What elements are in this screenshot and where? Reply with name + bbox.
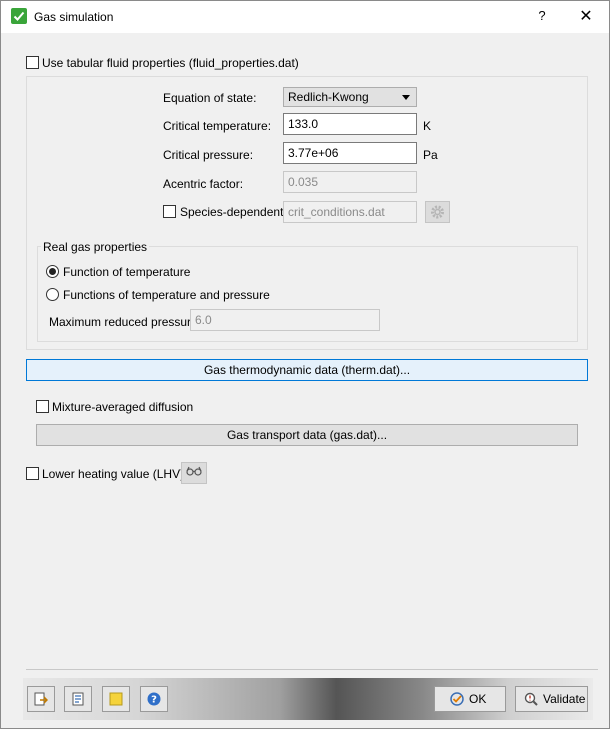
close-button[interactable]: ✕ — [573, 6, 599, 28]
ok-check-icon — [450, 692, 464, 706]
gas-simulation-dialog: Gas simulation ? ✕ Use tabular fluid pro… — [0, 0, 610, 729]
glasses-icon — [186, 466, 202, 476]
help-button[interactable]: ? — [534, 8, 550, 26]
footer-separator — [26, 669, 598, 670]
critical-temperature-input[interactable]: 133.0 — [283, 113, 417, 135]
lhv-view-button[interactable] — [181, 462, 207, 484]
species-dependent-label: Species-dependent — [180, 205, 284, 219]
critical-temperature-label: Critical temperature: — [163, 119, 272, 133]
export-button[interactable] — [27, 686, 55, 712]
crit-conditions-file-input[interactable]: crit_conditions.dat — [283, 201, 417, 223]
svg-text:?: ? — [151, 695, 157, 706]
chevron-down-icon — [402, 95, 410, 100]
import-button[interactable] — [64, 686, 92, 712]
species-dependent-checkbox[interactable] — [163, 205, 176, 218]
mixture-averaged-checkbox[interactable] — [36, 400, 49, 413]
validate-label: Validate — [543, 692, 586, 706]
window-title: Gas simulation — [34, 10, 114, 24]
lhv-label: Lower heating value (LHV) — [42, 467, 185, 481]
acentric-factor-label: Acentric factor: — [163, 177, 244, 191]
tabular-properties-label: Use tabular fluid properties (fluid_prop… — [42, 56, 299, 70]
critical-pressure-unit: Pa — [423, 148, 438, 162]
function-of-temperature-radio[interactable] — [46, 265, 59, 278]
check-app-icon — [11, 8, 27, 24]
import-icon — [72, 692, 84, 706]
validate-magnifier-icon — [524, 692, 538, 706]
temperature-pressure-radio[interactable] — [46, 288, 59, 301]
critical-temperature-unit: K — [423, 119, 432, 133]
max-reduced-pressure-label: Maximum reduced pressure: — [49, 315, 202, 329]
function-of-temperature-label: Function of temperature — [63, 265, 191, 279]
eos-select-value: Redlich-Kwong — [288, 90, 369, 104]
note-button[interactable] — [102, 686, 130, 712]
ok-label: OK — [469, 692, 487, 706]
mixture-averaged-label: Mixture-averaged diffusion — [52, 400, 194, 414]
lhv-checkbox[interactable] — [26, 467, 39, 480]
gear-icon — [431, 205, 444, 219]
critical-pressure-label: Critical pressure: — [163, 148, 254, 162]
help-icon: ? — [147, 692, 161, 706]
critical-pressure-input[interactable]: 3.77e+06 — [283, 142, 417, 164]
ok-button[interactable]: OK — [434, 686, 506, 712]
help-tool-button[interactable]: ? — [140, 686, 168, 712]
species-settings-button[interactable] — [425, 201, 450, 223]
eos-label: Equation of state: — [163, 91, 257, 105]
title-bar: Gas simulation ? ✕ — [1, 1, 609, 33]
therm-data-button[interactable]: Gas thermodynamic data (therm.dat)... — [26, 359, 588, 381]
validate-button[interactable]: Validate — [515, 686, 588, 712]
max-reduced-pressure-input[interactable]: 6.0 — [190, 309, 380, 331]
transport-data-button[interactable]: Gas transport data (gas.dat)... — [36, 424, 578, 446]
eos-select[interactable]: Redlich-Kwong — [283, 87, 417, 107]
note-icon — [109, 692, 123, 706]
tabular-properties-checkbox[interactable] — [26, 56, 39, 69]
export-icon — [34, 692, 48, 706]
temperature-pressure-label: Functions of temperature and pressure — [63, 288, 270, 302]
real-gas-title: Real gas properties — [41, 240, 150, 254]
acentric-factor-input[interactable]: 0.035 — [283, 171, 417, 193]
